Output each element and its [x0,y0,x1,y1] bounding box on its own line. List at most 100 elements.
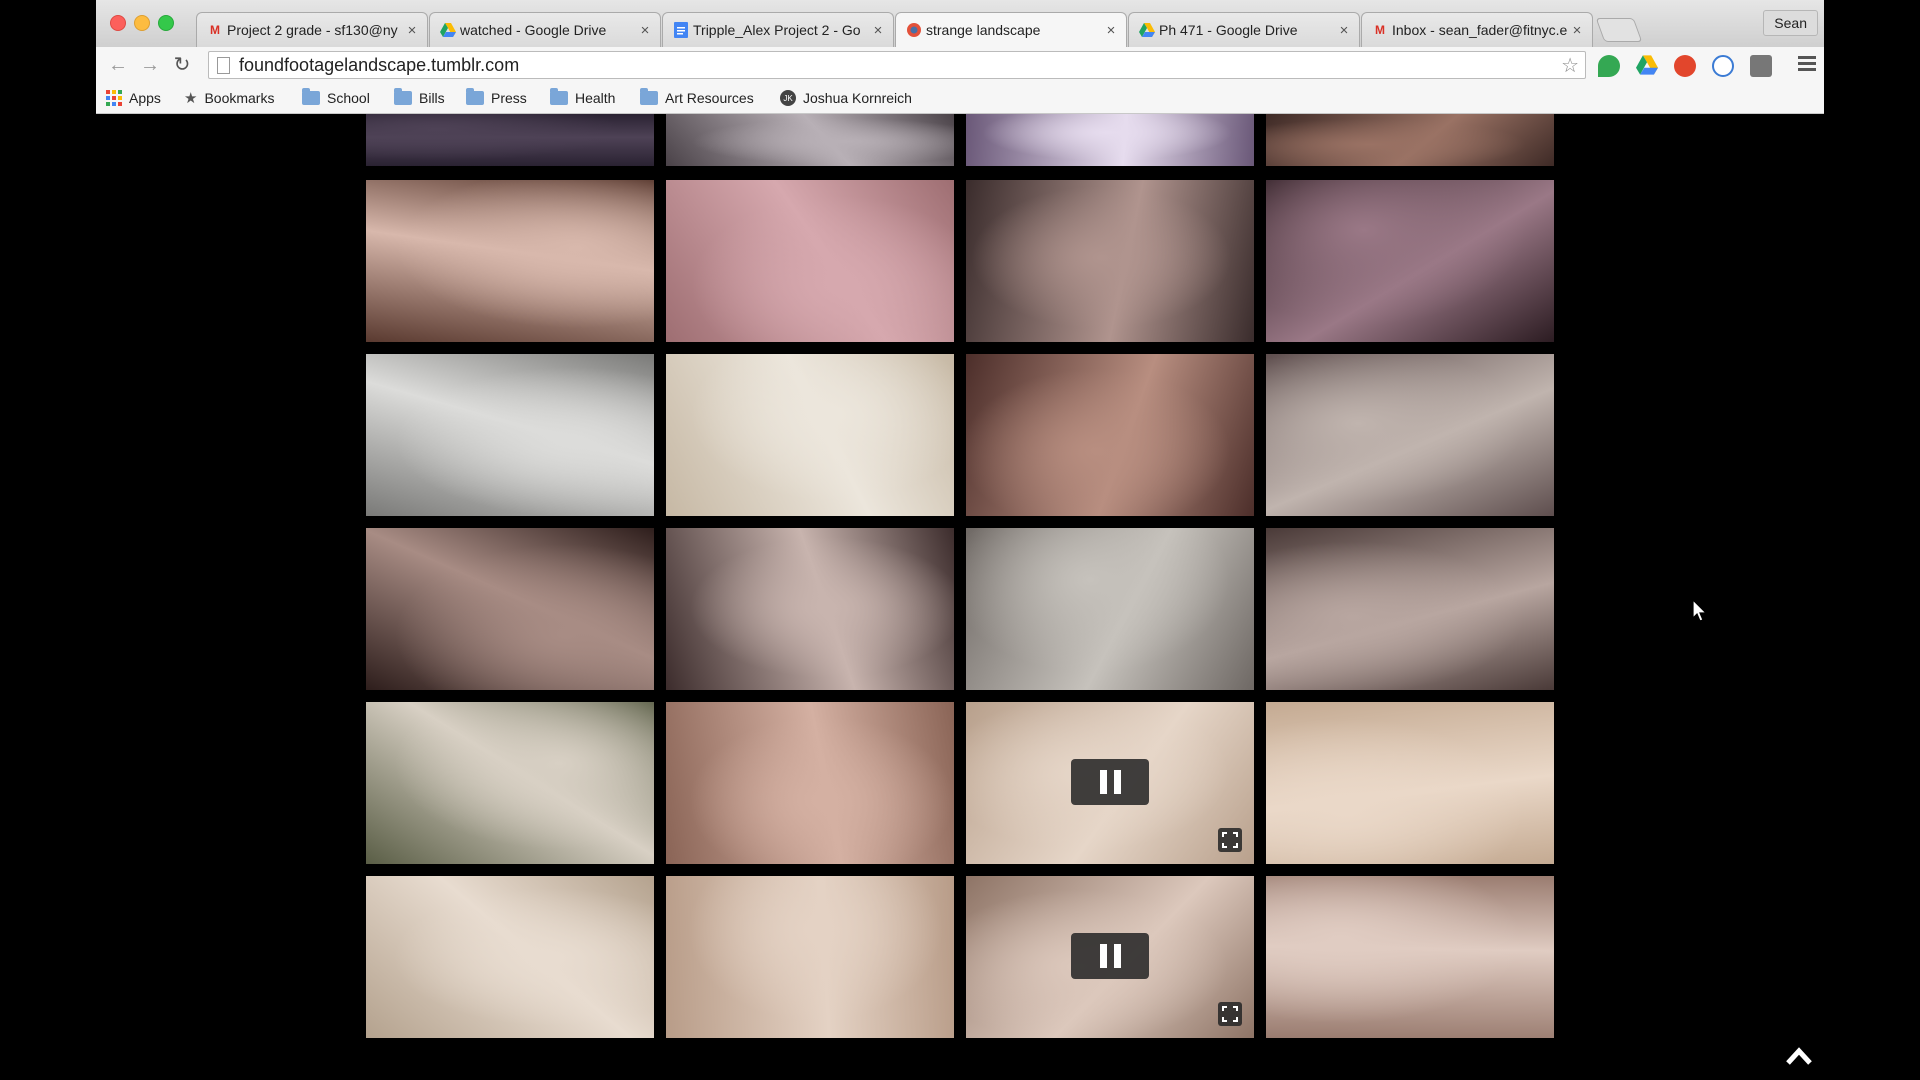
window-close-button[interactable] [110,15,126,31]
scroll-to-top-arrow-icon[interactable] [1785,1046,1813,1071]
video-thumbnail[interactable] [1266,528,1554,690]
folder-icon [550,88,568,105]
bookmark-apps[interactable]: Apps [106,88,161,108]
pause-button[interactable] [1071,933,1149,979]
video-thumbnail[interactable] [966,354,1254,516]
bookmark-bookmarks[interactable]: ★ Bookmarks [184,88,274,108]
site-icon: JK [780,90,796,106]
video-thumbnail[interactable] [666,180,954,342]
back-arrow-icon[interactable]: ← [106,53,130,77]
video-thumbnail[interactable] [366,354,654,516]
pause-icon [1099,770,1107,794]
folder-icon [302,88,320,105]
fullscreen-icon [1222,832,1238,848]
video-thumbnail[interactable] [666,354,954,516]
close-icon[interactable]: × [871,22,885,39]
bookmark-label: Art Resources [665,90,754,106]
folder-icon [640,88,658,105]
evernote-extension-icon[interactable] [1598,55,1620,77]
tab-tripple-alex-project-2[interactable]: Tripple_Alex Project 2 - Go × [662,12,894,47]
google-drive-icon [1139,22,1155,38]
video-thumbnail[interactable] [366,528,654,690]
mouse-cursor-icon [1692,598,1708,628]
video-thumbnail[interactable] [1266,180,1554,342]
tab-title: strange landscape [926,22,1041,38]
google-drive-icon [440,22,456,38]
chrome-menu-icon[interactable] [1798,56,1816,74]
bookmark-press[interactable]: Press [466,88,527,108]
video-thumbnail[interactable] [1266,354,1554,516]
bookmark-art-resources[interactable]: Art Resources [640,88,754,108]
video-thumbnail[interactable] [366,114,654,166]
bookmark-label: Apps [129,90,161,106]
tab-inbox[interactable]: M Inbox - sean_fader@fitnyc.e × [1361,12,1593,47]
tab-strange-landscape[interactable]: strange landscape × [895,12,1127,47]
tumblr-icon [906,22,922,38]
video-thumbnail[interactable] [666,876,954,1038]
close-icon[interactable]: × [1570,22,1584,39]
gmail-icon: M [210,23,220,37]
video-thumbnail[interactable] [1266,114,1554,166]
bookmark-bills[interactable]: Bills [394,88,445,108]
gallery-grid [366,114,1556,1080]
tab-ph-471-google-drive[interactable]: Ph 471 - Google Drive × [1128,12,1360,47]
browser-toolbar: ← → ↻ foundfootagelandscape.tumblr.com ☆ [96,47,1824,83]
close-icon[interactable]: × [1104,22,1118,39]
pause-icon [1113,770,1121,794]
video-thumbnail[interactable] [966,702,1254,864]
profile-button[interactable]: Sean [1763,10,1818,36]
fullscreen-button[interactable] [1218,1002,1242,1026]
video-thumbnail[interactable] [1266,702,1554,864]
video-thumbnail[interactable] [966,528,1254,690]
fullscreen-button[interactable] [1218,828,1242,852]
phone-extension-icon[interactable] [1712,55,1734,77]
tab-title: Inbox - sean_fader@fitnyc.e [1392,22,1568,38]
video-thumbnail[interactable] [1266,876,1554,1038]
video-thumbnail[interactable] [366,702,654,864]
video-thumbnail[interactable] [366,180,654,342]
tab-bar: M Project 2 grade - sf130@ny × watched -… [96,0,1824,47]
browser-window: M Project 2 grade - sf130@ny × watched -… [96,0,1824,114]
bookmark-label: Press [491,90,527,106]
video-thumbnail[interactable] [666,528,954,690]
adblock-extension-icon[interactable] [1674,55,1696,77]
folder-icon [394,88,412,105]
tab-watched-google-drive[interactable]: watched - Google Drive × [429,12,661,47]
url-text[interactable]: foundfootagelandscape.tumblr.com [239,55,519,76]
star-icon: ★ [184,90,198,107]
window-minimize-button[interactable] [134,15,150,31]
tab-title: Tripple_Alex Project 2 - Go [693,22,861,38]
bookmark-health[interactable]: Health [550,88,615,108]
window-maximize-button[interactable] [158,15,174,31]
close-icon[interactable]: × [405,22,419,39]
tab-title: Project 2 grade - sf130@ny [227,22,398,38]
reload-icon[interactable]: ↻ [170,53,194,77]
bookmark-label: Health [575,90,616,106]
video-thumbnail[interactable] [366,876,654,1038]
puzzle-extension-icon[interactable] [1750,55,1772,77]
bookmark-joshua-kornreich[interactable]: JK Joshua Kornreich [780,88,912,108]
gmail-icon: M [1375,23,1385,37]
tab-title: watched - Google Drive [460,22,607,38]
apps-icon [106,90,122,106]
bookmark-star-icon[interactable]: ☆ [1561,53,1579,78]
bookmarks-bar: Apps ★ Bookmarks School Bills Press Heal… [96,83,1824,114]
pause-button[interactable] [1071,759,1149,805]
close-icon[interactable]: × [1337,22,1351,39]
forward-arrow-icon[interactable]: → [138,53,162,77]
video-thumbnail[interactable] [666,702,954,864]
video-thumbnail[interactable] [966,876,1254,1038]
bookmark-school[interactable]: School [302,88,370,108]
pause-icon [1113,944,1121,968]
address-bar[interactable]: foundfootagelandscape.tumblr.com ☆ [208,51,1586,79]
video-thumbnail[interactable] [966,114,1254,166]
new-tab-button[interactable] [1595,18,1643,42]
google-drive-extension-icon[interactable] [1636,55,1658,77]
fullscreen-icon [1222,1006,1238,1022]
video-thumbnail[interactable] [966,180,1254,342]
pause-icon [1099,944,1107,968]
tab-title: Ph 471 - Google Drive [1159,22,1298,38]
close-icon[interactable]: × [638,22,652,39]
tab-project-2-grade[interactable]: M Project 2 grade - sf130@ny × [196,12,428,47]
video-thumbnail[interactable] [666,114,954,166]
